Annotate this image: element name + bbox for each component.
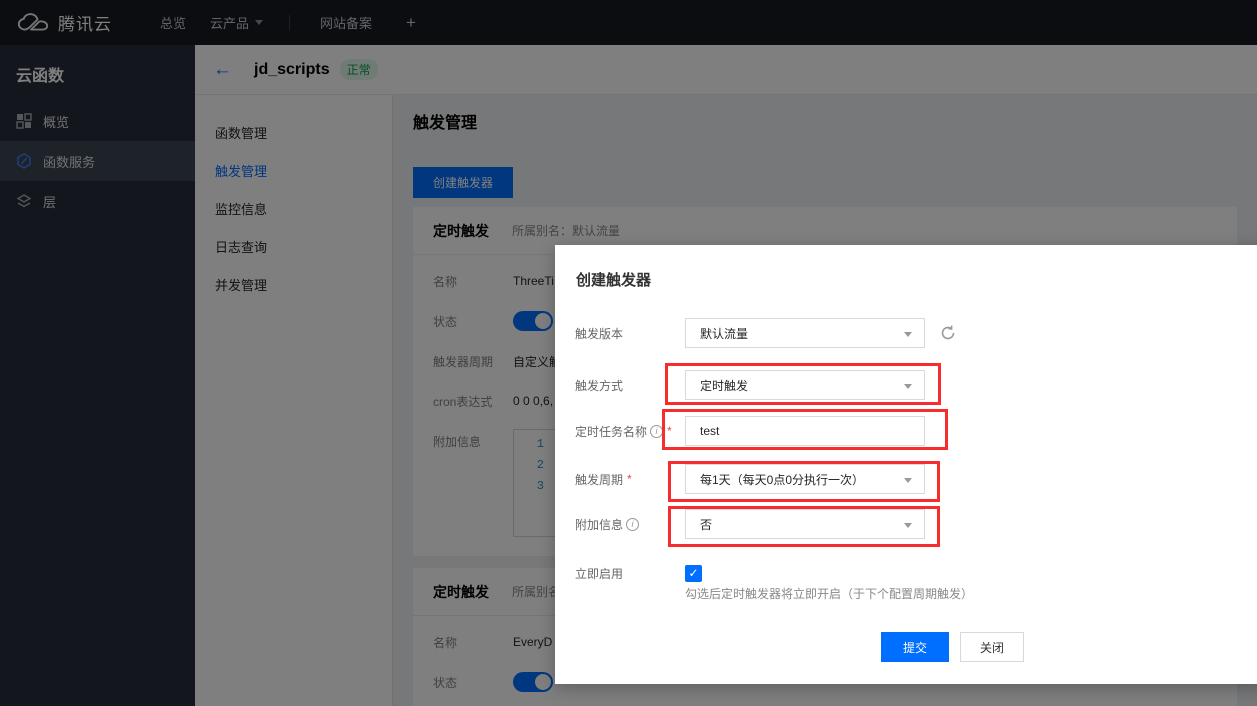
trigger-method-select[interactable]: 定时触发 bbox=[685, 370, 925, 400]
required-asterisk: * bbox=[627, 472, 632, 486]
modal-row-cycle: 触发周期 * 每1天（每天0点0分执行一次） bbox=[575, 464, 925, 494]
field-label-text: 触发周期 bbox=[575, 471, 623, 488]
submit-button[interactable]: 提交 bbox=[881, 632, 949, 662]
field-label: 触发方式 bbox=[575, 377, 685, 394]
modal-row-extra: 附加信息 否 bbox=[575, 509, 925, 539]
chevron-down-icon bbox=[904, 384, 912, 389]
enable-now-checkbox[interactable] bbox=[685, 565, 702, 582]
select-value: 默认流量 bbox=[700, 325, 748, 342]
modal-row-version: 触发版本 默认流量 bbox=[575, 318, 957, 348]
select-value: 每1天（每天0点0分执行一次） bbox=[700, 471, 864, 488]
chevron-down-icon bbox=[904, 332, 912, 337]
chevron-down-icon bbox=[904, 478, 912, 483]
field-label: 触发周期 * bbox=[575, 471, 685, 488]
field-label-text: 附加信息 bbox=[575, 516, 623, 533]
modal-row-enable: 立即启用 bbox=[575, 558, 702, 588]
refresh-icon[interactable] bbox=[939, 324, 957, 342]
modal-title: 创建触发器 bbox=[576, 269, 651, 290]
field-label: 附加信息 bbox=[575, 516, 685, 533]
create-trigger-modal: 创建触发器 触发版本 默认流量 触发方式 定时触发 定时任 bbox=[555, 245, 1257, 684]
select-value: 定时触发 bbox=[700, 377, 748, 394]
extra-info-select[interactable]: 否 bbox=[685, 509, 925, 539]
info-icon[interactable] bbox=[650, 425, 663, 438]
field-label: 立即启用 bbox=[575, 565, 685, 582]
select-value: 否 bbox=[700, 516, 712, 533]
task-name-input[interactable] bbox=[685, 416, 925, 446]
trigger-cycle-select[interactable]: 每1天（每天0点0分执行一次） bbox=[685, 464, 925, 494]
enable-hint: 勾选后定时触发器将立即开启（于下个配置周期触发） bbox=[685, 585, 973, 602]
close-button[interactable]: 关闭 bbox=[960, 632, 1024, 662]
modal-row-method: 触发方式 定时触发 bbox=[575, 370, 925, 400]
field-label-text: 定时任务名称 bbox=[575, 423, 647, 440]
required-asterisk: * bbox=[667, 424, 672, 438]
chevron-down-icon bbox=[904, 523, 912, 528]
field-label: 定时任务名称 * bbox=[575, 423, 685, 440]
trigger-version-select[interactable]: 默认流量 bbox=[685, 318, 925, 348]
app: 腾讯云 总览 云产品 网站备案 + 云函数 概览 bbox=[0, 0, 1257, 706]
modal-row-task-name: 定时任务名称 * bbox=[575, 416, 925, 446]
field-label: 触发版本 bbox=[575, 325, 685, 342]
info-icon[interactable] bbox=[626, 518, 639, 531]
